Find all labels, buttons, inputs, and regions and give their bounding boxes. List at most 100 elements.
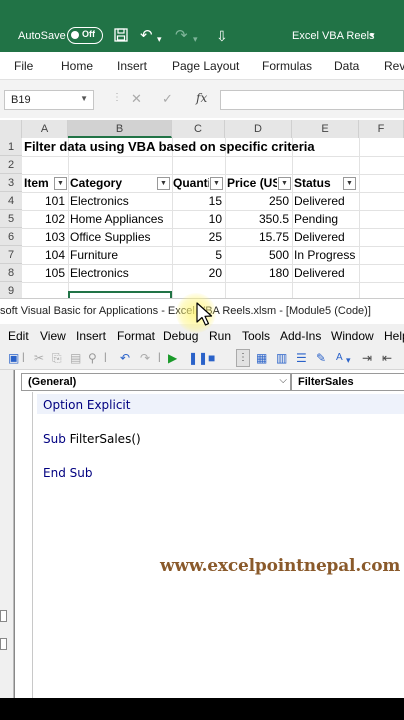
save-icon[interactable] xyxy=(114,28,128,46)
table-cell[interactable]: 350.5 xyxy=(225,210,292,228)
code-line-option-explicit[interactable]: Option Explicit xyxy=(43,398,130,412)
table-cell[interactable]: Home Appliances xyxy=(70,210,172,228)
cut-icon[interactable]: ✂ xyxy=(34,351,44,365)
reset-icon[interactable]: ■ xyxy=(208,351,215,365)
more-commands-icon[interactable]: ⇩ xyxy=(216,28,228,44)
table-cell[interactable]: 500 xyxy=(225,246,292,264)
procedure-combo[interactable]: FilterSales xyxy=(291,373,404,391)
table-cell[interactable]: Pending xyxy=(294,210,359,228)
splitter-handle[interactable] xyxy=(0,638,7,650)
splitter-handle[interactable] xyxy=(0,610,7,622)
column-header[interactable]: B xyxy=(68,120,172,138)
table-cell[interactable]: Electronics xyxy=(70,192,172,210)
table-cell[interactable]: Furniture xyxy=(70,246,172,264)
insert-function-button[interactable]: fx xyxy=(196,91,207,105)
title-dropdown-icon[interactable]: ▾ xyxy=(370,30,375,41)
table-cell[interactable]: 102 xyxy=(22,210,68,228)
design-mode-icon[interactable]: ▦ xyxy=(256,351,267,365)
filter-dropdown-icon[interactable]: ▼ xyxy=(54,177,67,190)
row-header[interactable]: 3 xyxy=(0,174,22,192)
object-browser-icon[interactable]: ✎ xyxy=(316,351,326,365)
sheet-title-cell[interactable]: Filter data using VBA based on specific … xyxy=(24,138,315,156)
table-cell[interactable]: 103 xyxy=(22,228,68,246)
code-window[interactable]: (General) ⌵ FilterSales Option Explicit … xyxy=(14,370,404,698)
tab-home[interactable]: Home xyxy=(61,59,93,73)
autosave-toggle[interactable]: Off xyxy=(67,27,103,44)
outdent-icon[interactable]: ⇤ xyxy=(382,351,392,365)
row-header[interactable]: 8 xyxy=(0,264,22,282)
table-cell[interactable]: Office Supplies xyxy=(70,228,172,246)
indent-icon[interactable]: ⇥ xyxy=(362,351,372,365)
table-cell[interactable]: 15 xyxy=(172,192,225,210)
break-icon[interactable]: ❚❚ xyxy=(188,351,208,365)
filter-dropdown-icon[interactable]: ▼ xyxy=(278,177,291,190)
header-cell-status[interactable]: Status xyxy=(294,174,342,192)
header-cell-item[interactable]: Item xyxy=(24,174,54,192)
table-cell[interactable]: 25 xyxy=(172,228,225,246)
column-header[interactable]: C xyxy=(172,120,225,138)
tab-formulas[interactable]: Formulas xyxy=(262,59,312,73)
code-line-sub[interactable]: Sub FilterSales() xyxy=(43,432,141,446)
find-icon[interactable]: ⚲ xyxy=(88,351,97,365)
undo-icon[interactable]: ↶ xyxy=(120,351,130,365)
chevron-down-icon[interactable]: ▼ xyxy=(80,94,88,103)
chevron-down-icon[interactable]: ⌵ xyxy=(279,375,287,386)
redo-dropdown-icon[interactable]: ▾ xyxy=(193,31,198,47)
tab-file[interactable]: File xyxy=(14,59,33,73)
undo-icon[interactable]: ↶ xyxy=(140,28,153,44)
toolbox-icon[interactable]: A xyxy=(336,351,343,365)
row-header[interactable]: 6 xyxy=(0,228,22,246)
code-margin[interactable] xyxy=(15,392,33,698)
tab-insert[interactable]: Insert xyxy=(117,59,147,73)
header-cell-category[interactable]: Category xyxy=(70,174,154,192)
menu-format[interactable]: Format xyxy=(117,329,155,343)
select-all-corner[interactable] xyxy=(0,120,22,138)
header-cell-quantity[interactable]: Quanti xyxy=(173,174,209,192)
menu-help[interactable]: Help xyxy=(384,329,404,343)
column-header[interactable]: E xyxy=(292,120,359,138)
redo-icon[interactable]: ↷ xyxy=(140,351,150,365)
cancel-icon[interactable]: ✕ xyxy=(131,91,142,107)
properties-icon[interactable]: ☰ xyxy=(296,351,307,365)
table-cell[interactable]: 20 xyxy=(172,264,225,282)
filter-dropdown-icon[interactable]: ▼ xyxy=(343,177,356,190)
tab-page-layout[interactable]: Page Layout xyxy=(172,59,239,73)
copy-icon[interactable]: ⎘ xyxy=(52,351,62,365)
menu-run[interactable]: Run xyxy=(209,329,231,343)
object-combo[interactable]: (General) ⌵ xyxy=(21,373,291,391)
table-cell[interactable]: Delivered xyxy=(294,264,359,282)
project-explorer-icon[interactable]: ▥ xyxy=(276,351,287,365)
row-header[interactable]: 7 xyxy=(0,246,22,264)
filter-dropdown-icon[interactable]: ▼ xyxy=(157,177,170,190)
menu-edit[interactable]: Edit xyxy=(8,329,29,343)
menu-tools[interactable]: Tools xyxy=(242,329,270,343)
table-cell[interactable]: 104 xyxy=(22,246,68,264)
name-box[interactable]: B19 ▼ xyxy=(4,90,94,110)
row-header[interactable]: 2 xyxy=(0,156,22,174)
code-line-end-sub[interactable]: End Sub xyxy=(43,466,92,480)
enter-icon[interactable]: ✓ xyxy=(162,91,173,107)
table-cell[interactable]: 101 xyxy=(22,192,68,210)
table-cell[interactable]: Delivered xyxy=(294,228,359,246)
menu-view[interactable]: View xyxy=(40,329,66,343)
row-header[interactable]: 4 xyxy=(0,192,22,210)
table-cell[interactable]: 180 xyxy=(225,264,292,282)
table-cell[interactable]: In Progress xyxy=(294,246,359,264)
table-cell[interactable]: 250 xyxy=(225,192,292,210)
chevron-down-icon[interactable]: ▾ xyxy=(346,353,351,367)
menu-window[interactable]: Window xyxy=(331,329,374,343)
row-header[interactable]: 1 xyxy=(0,138,22,156)
formula-input[interactable] xyxy=(220,90,404,110)
save-icon[interactable]: ▣ xyxy=(8,351,19,365)
column-header[interactable]: F xyxy=(359,120,404,138)
tab-data[interactable]: Data xyxy=(334,59,359,73)
redo-icon[interactable]: ↷ xyxy=(175,28,188,44)
menu-insert[interactable]: Insert xyxy=(76,329,106,343)
table-cell[interactable]: 105 xyxy=(22,264,68,282)
undo-dropdown-icon[interactable]: ▾ xyxy=(157,31,162,47)
header-cell-price[interactable]: Price (US xyxy=(227,174,277,192)
table-cell[interactable]: Electronics xyxy=(70,264,172,282)
column-header[interactable]: D xyxy=(225,120,292,138)
column-header[interactable]: A xyxy=(22,120,68,138)
run-icon[interactable]: ▶ xyxy=(168,351,177,365)
